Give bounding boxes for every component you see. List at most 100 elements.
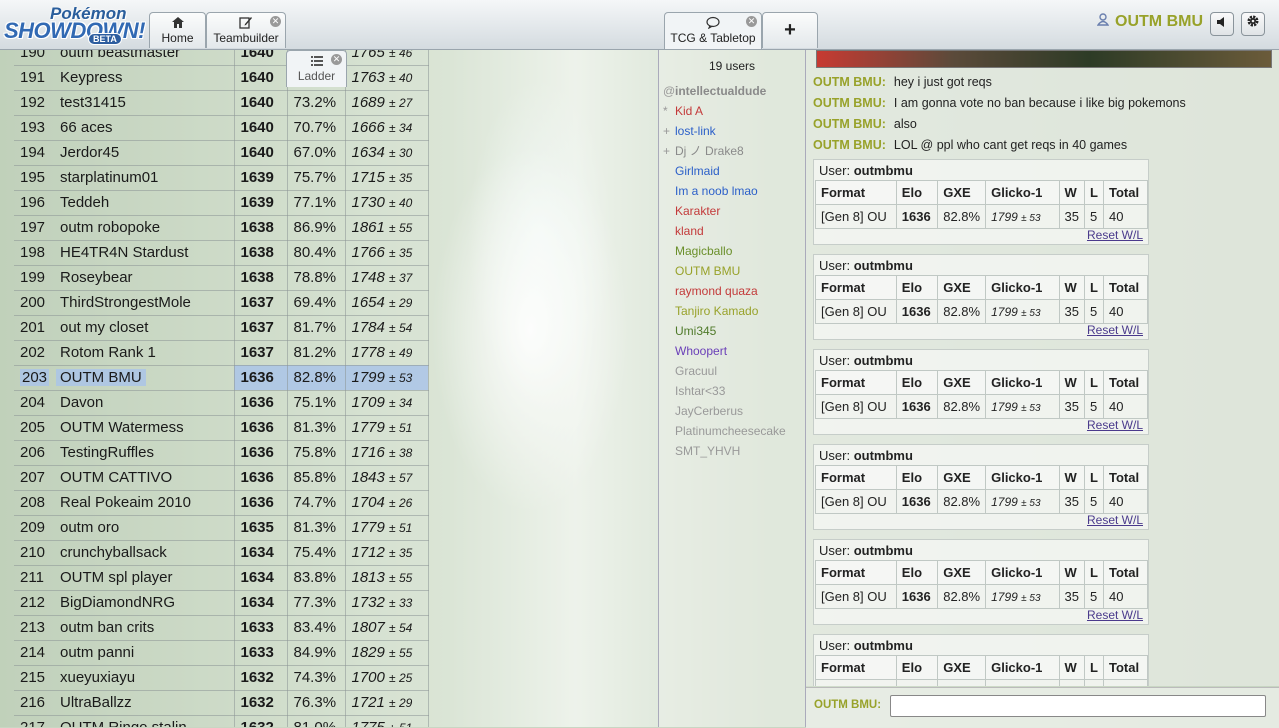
ladder-row: 200 ThirdStrongestMole 1637 69.4% 1654 ± 29 (14, 290, 429, 316)
ladder-player[interactable]: outm panni (54, 640, 235, 666)
ladder-glicko: 1778 ± 49 (345, 340, 429, 366)
user-list-item[interactable]: + lost-link (659, 121, 805, 141)
ladder-row: 202 Rotom Rank 1 1637 81.2% 1778 ± 49 (14, 340, 429, 366)
tab-teambuilder[interactable]: Teambuilder ✕ (206, 12, 286, 48)
ladder-player[interactable]: UltraBallzz (54, 690, 235, 716)
ladder-gxe: 74.7% (287, 490, 346, 516)
reset-wl-link[interactable]: Reset W/L (1087, 323, 1143, 337)
ladder-player[interactable]: ThirdStrongestMole (54, 290, 235, 316)
ladder-player[interactable]: TestingRuffles (54, 440, 235, 466)
ladder-player[interactable]: Rotom Rank 1 (54, 340, 235, 366)
ladder-glicko: 1709 ± 34 (345, 390, 429, 416)
reset-wl-link[interactable]: Reset W/L (1087, 608, 1143, 622)
user-list-item[interactable]: JayCerberus (659, 401, 805, 421)
ladder-gxe: 81.7% (287, 315, 346, 341)
reset-wl-link[interactable]: Reset W/L (1087, 228, 1143, 242)
ladder-player[interactable]: OUTM Watermess (54, 415, 235, 441)
ladder-rank: 203 (14, 365, 54, 391)
ladder-player[interactable]: OUTM CATTIVO (54, 465, 235, 491)
ladder-player[interactable]: HE4TR4N Stardust (54, 240, 235, 266)
user-list-item[interactable]: Umi345 (659, 321, 805, 341)
user-list-item[interactable]: Whoopert (659, 341, 805, 361)
user-list-item[interactable]: Magicballo (659, 241, 805, 261)
ladder-player[interactable]: Keypress (54, 65, 235, 91)
ladder-rank: 207 (14, 465, 54, 491)
close-icon[interactable]: ✕ (331, 54, 342, 65)
tab-home-label: Home (161, 31, 194, 45)
user-list-item[interactable]: Im a noob lmao (659, 181, 805, 201)
user-list-item[interactable]: Karakter (659, 201, 805, 221)
rating-result-box: User: outmbmu Format Elo GXE Glicko-1 W L Total… (813, 349, 1149, 435)
user-list-item[interactable]: SMT_YHVH (659, 441, 805, 461)
user-list-item[interactable]: Girlmaid (659, 161, 805, 181)
ladder-elo: 1633 (234, 640, 288, 666)
ladder-elo: 1639 (234, 165, 288, 191)
ladder-row: 195 starplatinum01 1639 75.7% 1715 ± 35 (14, 165, 429, 191)
tab-teambuilder-label: Teambuilder (213, 31, 279, 45)
ladder-player[interactable]: Jerdor45 (54, 140, 235, 166)
user-list-item[interactable]: @intellectualdude (659, 81, 805, 101)
reset-wl-link[interactable]: Reset W/L (1087, 418, 1143, 432)
settings-button[interactable] (1241, 12, 1265, 36)
user-list-item[interactable]: raymond quaza (659, 281, 805, 301)
ladder-player[interactable]: 66 aces (54, 115, 235, 141)
close-icon[interactable]: ✕ (270, 16, 281, 27)
user-list-item[interactable]: Gracuul (659, 361, 805, 381)
tab-ladder[interactable]: Ladder ✕ (286, 50, 347, 87)
ladder-player[interactable]: Real Pokeaim 2010 (54, 490, 235, 516)
ladder-player[interactable]: outm ban crits (54, 615, 235, 641)
ladder-player[interactable]: starplatinum01 (54, 165, 235, 191)
ladder-row: 193 66 aces 1640 70.7% 1666 ± 34 (14, 115, 429, 141)
user-list-item[interactable]: * Kid A (659, 101, 805, 121)
user-list-item[interactable]: kland (659, 221, 805, 241)
ladder-gxe: 81.0% (287, 715, 346, 727)
ladder-elo: 1639 (234, 190, 288, 216)
ladder-gxe: 73.2% (287, 90, 346, 116)
reset-wl-link[interactable]: Reset W/L (1087, 513, 1143, 527)
user-list-item[interactable]: Tanjiro Kamado (659, 301, 805, 321)
user-list-item[interactable]: Ishtar<33 (659, 381, 805, 401)
ladder-player[interactable]: OUTM spl player (54, 565, 235, 591)
tab-tcg-tabletop[interactable]: TCG & Tabletop ✕ (664, 12, 762, 49)
ladder-rank: 202 (14, 340, 54, 366)
showdown-logo[interactable]: Pokémon SHOWDOWN! BETA (2, 2, 146, 46)
ladder-player[interactable]: test31415 (54, 90, 235, 116)
room-banner-image (816, 50, 1272, 68)
user-list-item[interactable]: Platinumcheesecake (659, 421, 805, 441)
close-icon[interactable]: ✕ (746, 16, 757, 27)
rating-result-box: User: outmbmu Format Elo GXE Glicko-1 W L Total… (813, 159, 1149, 245)
ladder-gxe: 86.9% (287, 215, 346, 241)
ladder-player[interactable]: OUTM BMU (54, 365, 235, 391)
ladder-rank: 197 (14, 215, 54, 241)
ladder-rank: 192 (14, 90, 54, 116)
ladder-player[interactable]: crunchyballsack (54, 540, 235, 566)
ladder-player[interactable]: outm beastmaster (54, 50, 235, 66)
ladder-player[interactable]: OUTM Ringo stalin (54, 715, 235, 727)
chat-message: OUTM BMU: I am gonna vote no ban because … (813, 96, 1186, 110)
user-list-item[interactable]: + Dj ノ Drake8 (659, 141, 805, 161)
ladder-glicko: 1813 ± 55 (345, 565, 429, 591)
ladder-player[interactable]: outm oro (54, 515, 235, 541)
ladder-glicko: 1765 ± 46 (345, 50, 429, 66)
ladder-glicko: 1732 ± 33 (345, 590, 429, 616)
ladder-player[interactable]: outm robopoke (54, 215, 235, 241)
user-list-item[interactable]: OUTM BMU (659, 261, 805, 281)
username-button[interactable]: OUTM BMU (1096, 13, 1203, 31)
ladder-row: 191Keypress164080.1%1763 ± 40 (14, 65, 429, 91)
gear-icon (1246, 15, 1260, 31)
new-tab-button[interactable]: + (762, 12, 818, 48)
ladder-gxe: 81.3% (287, 515, 346, 541)
ladder-player[interactable]: Teddeh (54, 190, 235, 216)
ladder-elo: 1636 (234, 390, 288, 416)
tab-home[interactable]: Home (149, 12, 206, 48)
ladder-player[interactable]: xueyuxiayu (54, 665, 235, 691)
sound-button[interactable] (1210, 12, 1234, 36)
ladder-row: 210 crunchyballsack 1634 75.4% 1712 ± 35 (14, 540, 429, 566)
ladder-player[interactable]: out my closet (54, 315, 235, 341)
rating-table: FormatEloGXEGlicko-1WLTotal[Gen 8] OU163… (815, 275, 1149, 324)
user-list: 19 users @intellectualdude * Kid A + lost-li… (658, 50, 806, 727)
chat-input[interactable] (890, 695, 1266, 717)
ladder-player[interactable]: Davon (54, 390, 235, 416)
ladder-player[interactable]: BigDiamondNRG (54, 590, 235, 616)
ladder-player[interactable]: Roseybear (54, 265, 235, 291)
